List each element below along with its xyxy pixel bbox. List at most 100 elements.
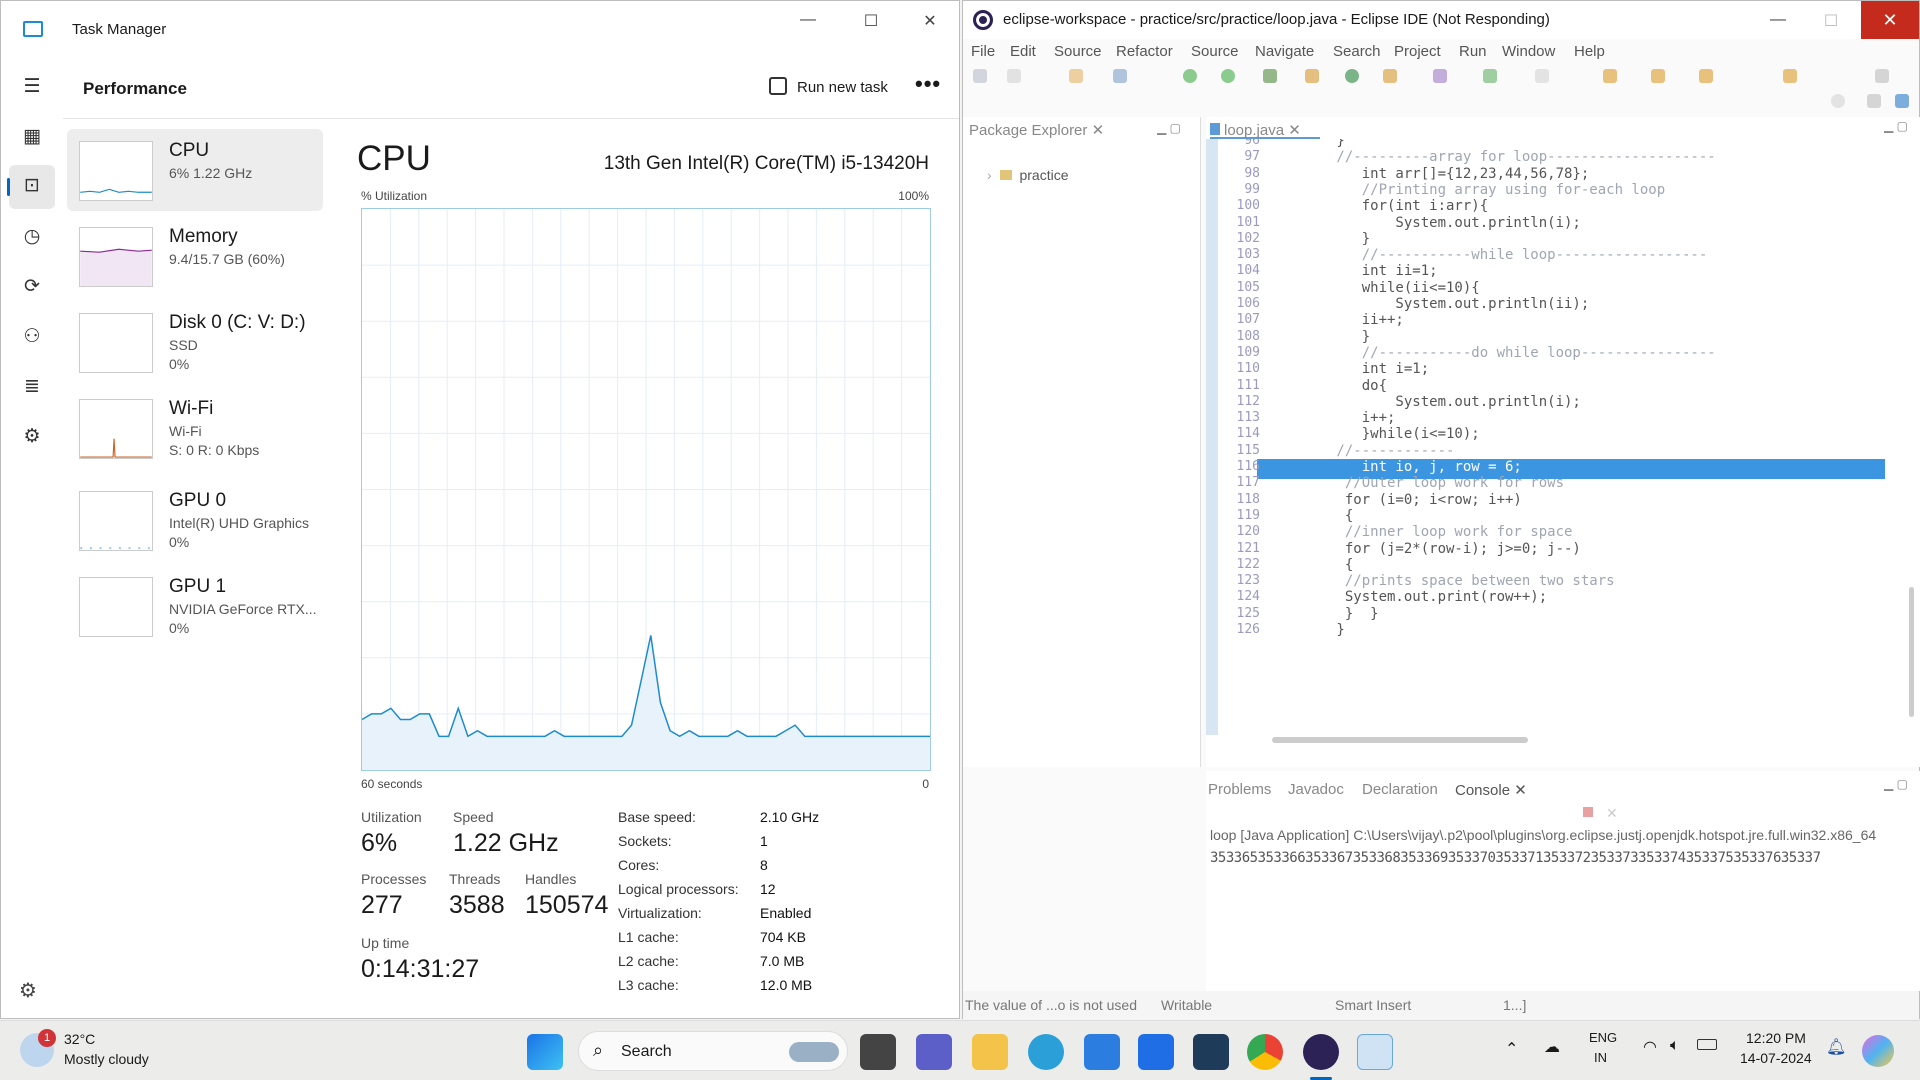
copilot-icon[interactable] — [1862, 1035, 1894, 1067]
file-explorer-icon[interactable] — [972, 1034, 1008, 1070]
menu-search[interactable]: Search — [1333, 43, 1381, 60]
dropbox-icon[interactable] — [1138, 1034, 1174, 1070]
menu-project[interactable]: Project — [1394, 43, 1441, 60]
wifi-icon[interactable]: ◠ — [1643, 1037, 1657, 1057]
clock-time[interactable]: 12:20 PM — [1746, 1030, 1806, 1046]
menu-source-2[interactable]: Source — [1191, 43, 1239, 60]
services-icon[interactable]: ⚙ — [19, 425, 45, 451]
chrome-icon[interactable] — [1247, 1034, 1283, 1070]
microsoft-store-icon[interactable] — [1084, 1034, 1120, 1070]
maximize-editor-icon[interactable]: ▁ ▢ — [1884, 119, 1908, 133]
java-perspective-icon[interactable] — [1895, 94, 1909, 108]
perspective-icon[interactable] — [1867, 94, 1881, 108]
clock-date[interactable]: 14-07-2024 — [1740, 1050, 1812, 1066]
open-type-icon[interactable] — [1383, 69, 1397, 83]
menu-file[interactable]: File — [971, 43, 995, 60]
debug-icon[interactable] — [1221, 69, 1235, 83]
expand-arrow-icon[interactable]: › — [987, 167, 992, 183]
search-icon[interactable] — [1831, 94, 1845, 108]
annotation-icon[interactable] — [1483, 69, 1497, 83]
minimize-view-icon[interactable]: ▁ ▢ — [1157, 121, 1181, 135]
console-output[interactable]: 3533653533663533673533683533693533703533… — [1210, 850, 1916, 866]
remove-launch-icon[interactable]: ✕ — [1606, 805, 1618, 822]
project-name[interactable]: practice — [1019, 167, 1068, 183]
battery-icon[interactable] — [1697, 1039, 1717, 1050]
performance-icon[interactable]: ⊡ — [19, 174, 45, 200]
editor-tab-loop-java[interactable]: loop.java ✕ — [1210, 117, 1320, 139]
app-history-icon[interactable]: ◷ — [19, 225, 45, 251]
line-number: 101 — [1236, 214, 1260, 230]
menu-source[interactable]: Source — [1054, 43, 1102, 60]
new-icon[interactable] — [973, 69, 987, 83]
menu-edit[interactable]: Edit — [1010, 43, 1036, 60]
startup-apps-icon[interactable]: ⟳ — [19, 275, 45, 301]
teams-chat-icon[interactable] — [916, 1034, 952, 1070]
tab-javadoc[interactable]: Javadoc — [1288, 781, 1344, 798]
tab-console[interactable]: Console ✕ — [1455, 781, 1527, 799]
settings-icon[interactable]: ⚙ — [19, 978, 37, 1003]
coverage-icon[interactable] — [1263, 69, 1277, 83]
package-explorer-tab[interactable]: Package Explorer ✕ — [969, 121, 1104, 139]
start-button-windows-icon[interactable] — [527, 1034, 563, 1070]
perf-item-wifi[interactable]: Wi-Fi Wi-Fi S: 0 R: 0 Kbps — [67, 387, 323, 475]
perf-item-disk[interactable]: Disk 0 (C: V: D:) SSD 0% — [67, 301, 323, 383]
close-button[interactable]: ✕ — [915, 11, 945, 31]
run-icon[interactable] — [1183, 69, 1197, 83]
show-hidden-icons-icon[interactable]: ⌃ — [1505, 1039, 1518, 1059]
maximize-console-icon[interactable]: ▁ ▢ — [1884, 777, 1908, 791]
perf-item-gpu1[interactable]: GPU 1 NVIDIA GeForce RTX... 0% — [67, 565, 323, 647]
code-line[interactable]: 126 } — [1206, 622, 1906, 642]
menu-window[interactable]: Window — [1502, 43, 1555, 60]
task-manager-taskbar-icon[interactable] — [1357, 1034, 1393, 1070]
language-code[interactable]: ENG — [1589, 1030, 1617, 1045]
edge-browser-icon[interactable] — [1028, 1034, 1064, 1070]
forward-icon[interactable] — [1783, 69, 1797, 83]
menu-refactor[interactable]: Refactor — [1116, 43, 1173, 60]
app-bookmark-icon[interactable] — [1193, 1034, 1229, 1070]
prev-annotation-icon[interactable] — [1651, 69, 1665, 83]
search-tool-icon[interactable] — [1433, 69, 1447, 83]
processes-icon[interactable]: ▦ — [19, 125, 45, 151]
close-button[interactable]: ✕ — [1861, 1, 1919, 39]
vertical-scrollbar[interactable] — [1909, 587, 1914, 717]
save-icon[interactable] — [1007, 69, 1021, 83]
perf-item-cpu[interactable]: CPU 6% 1.22 GHz — [67, 129, 323, 211]
back-icon[interactable] — [1699, 69, 1713, 83]
new-class-icon[interactable] — [1345, 69, 1359, 83]
perf-item-memory[interactable]: Memory 9.4/15.7 GB (60%) — [67, 215, 323, 297]
horizontal-scrollbar[interactable] — [1272, 737, 1528, 743]
toggle-icon[interactable] — [1535, 69, 1549, 83]
open-perspective-icon[interactable] — [1875, 69, 1889, 83]
minimize-button[interactable]: — — [793, 11, 823, 29]
tab-problems[interactable]: Problems — [1208, 781, 1271, 798]
terminate-icon[interactable] — [1583, 807, 1593, 817]
search-label: Search — [621, 1043, 672, 1060]
task-view-icon[interactable] — [860, 1034, 896, 1070]
next-annotation-icon[interactable] — [1603, 69, 1617, 83]
notifications-icon[interactable]: 🔔︎ — [1826, 1037, 1846, 1057]
perf-item-gpu0[interactable]: GPU 0 Intel(R) UHD Graphics 0% — [67, 479, 323, 561]
undo-icon[interactable] — [1069, 69, 1083, 83]
minimize-button[interactable]: — — [1763, 11, 1793, 29]
more-options-button[interactable]: ••• — [915, 71, 941, 97]
language-region[interactable]: IN — [1594, 1050, 1607, 1065]
terminal-icon[interactable] — [1113, 69, 1127, 83]
menu-navigate[interactable]: Navigate — [1255, 43, 1314, 60]
taskbar-search[interactable]: ⌕ Search — [578, 1031, 848, 1071]
menu-help[interactable]: Help — [1574, 43, 1605, 60]
volume-icon[interactable]: 🔈︎ — [1670, 1037, 1680, 1055]
maximize-button[interactable]: ☐ — [856, 11, 886, 31]
run-new-task-button[interactable]: Run new task — [757, 71, 900, 107]
code-area[interactable]: 96 } 97 //---------array for loop--------… — [1206, 139, 1906, 735]
line-text: { — [1269, 556, 1354, 573]
menu-run[interactable]: Run — [1459, 43, 1487, 60]
tm-nav-rail: ☰ ▦ ⊡ ◷ ⟳ ⚇ ≣ ⚙ — [1, 59, 63, 1019]
new-package-icon[interactable] — [1305, 69, 1319, 83]
users-icon[interactable]: ⚇ — [19, 325, 45, 351]
tab-declaration[interactable]: Declaration — [1362, 781, 1438, 798]
onedrive-icon[interactable]: ☁ — [1544, 1037, 1560, 1057]
details-icon[interactable]: ≣ — [19, 375, 45, 401]
eclipse-taskbar-icon[interactable] — [1303, 1034, 1339, 1070]
maximize-button[interactable]: ☐ — [1816, 11, 1846, 31]
hamburger-icon[interactable]: ☰ — [19, 75, 45, 101]
